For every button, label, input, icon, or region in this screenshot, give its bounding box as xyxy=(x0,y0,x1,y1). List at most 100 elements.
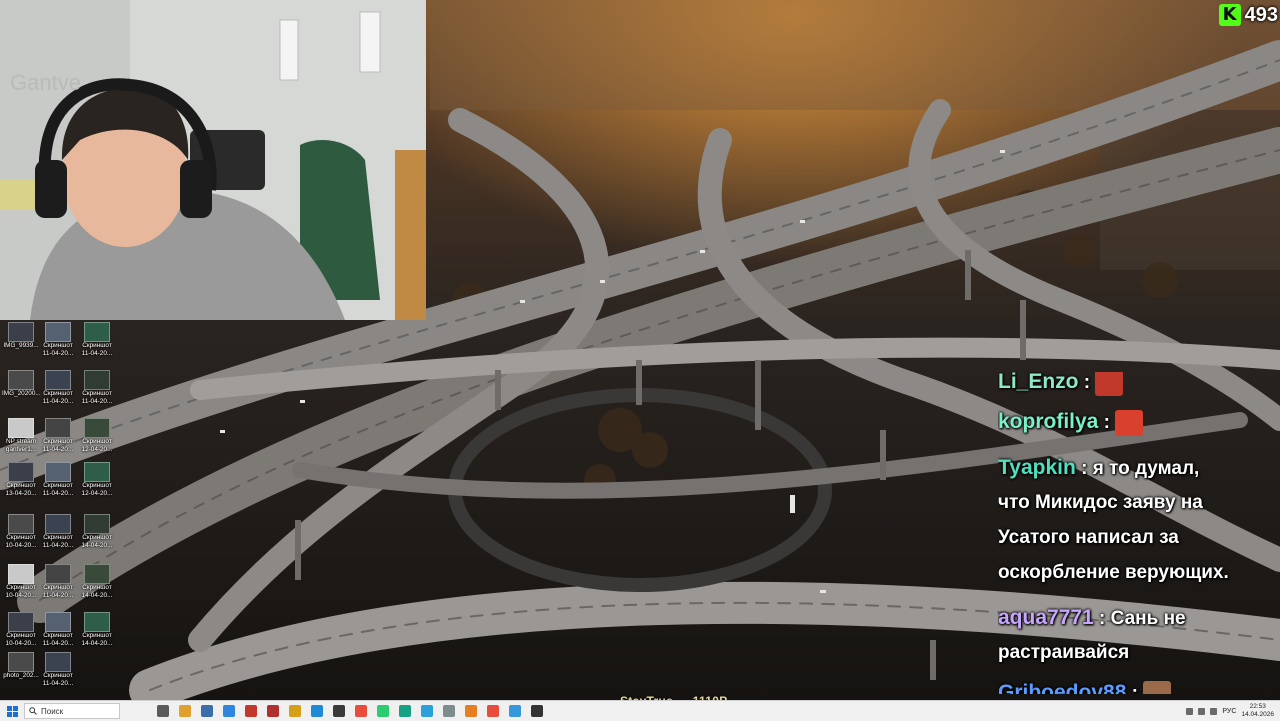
webcam-overlay: Gantve xyxy=(0,0,426,320)
emote-face-icon xyxy=(1143,680,1172,694)
chat-message: что Микидос заяву на xyxy=(998,485,1280,520)
chat-separator: : xyxy=(1078,372,1096,393)
volume-icon[interactable] xyxy=(1210,707,1218,715)
file-thumbnail-icon xyxy=(84,322,110,342)
desktop-icon-label: 10-04-20... xyxy=(5,592,37,599)
taskbar-app-button[interactable] xyxy=(240,701,262,721)
chat-overlay: Li_Enzo : koprofilya : Tyapkin : я то ду… xyxy=(998,372,1280,694)
chat-message: Tyapkin : я то думал, xyxy=(998,450,1280,486)
taskbar-app-button[interactable] xyxy=(306,701,328,721)
system-tray: РУС 22:53 14.04.2026 xyxy=(1186,701,1280,721)
edge-icon xyxy=(311,705,323,717)
game-icon xyxy=(179,705,191,717)
task-view-icon xyxy=(157,705,169,717)
desktop-icon[interactable]: Скриншот 14-04-20... xyxy=(78,514,116,562)
file-thumbnail-icon xyxy=(45,322,71,342)
taskbar-app-button[interactable] xyxy=(174,701,196,721)
desktop-icon[interactable]: Скриншот 11-04-20... xyxy=(39,418,77,466)
desktop-icon[interactable]: NP stream gantver1... xyxy=(2,418,40,466)
app-green-icon xyxy=(377,705,389,717)
desktop-icon[interactable]: Скриншот 12-04-20... xyxy=(78,462,116,510)
file-thumbnail-icon xyxy=(8,370,34,390)
desktop-icon[interactable]: Скриншот 11-04-20... xyxy=(39,514,77,562)
desktop-icon[interactable]: Скриншот 12-04-20... xyxy=(78,418,116,466)
network-icon[interactable] xyxy=(1198,707,1206,715)
taskbar-app-button[interactable] xyxy=(482,701,504,721)
desktop-icon[interactable]: photo_202... xyxy=(2,652,40,700)
desktop-icon[interactable]: IMG_9939... xyxy=(2,322,40,370)
tray-up-icon[interactable] xyxy=(1186,707,1194,715)
taskbar-app-button[interactable] xyxy=(416,701,438,721)
chat-message: Griboedov88 : xyxy=(998,675,1280,694)
desktop-icon[interactable]: Скриншот 10-04-20... xyxy=(2,564,40,612)
chat-message: оскорбление верующих. xyxy=(998,555,1280,590)
taskbar-app-button[interactable] xyxy=(196,701,218,721)
desktop-icon[interactable]: Скриншот 11-04-20... xyxy=(78,370,116,418)
desktop-icon-label: Скриншот xyxy=(43,632,73,639)
file-thumbnail-icon xyxy=(84,612,110,632)
chat-username: Tyapkin xyxy=(998,456,1076,479)
desktop-icon-label: 12-04-20... xyxy=(81,446,113,453)
search-placeholder: Поиск xyxy=(41,706,64,716)
chat-text: Сань не xyxy=(1110,608,1186,629)
taskbar-app-button[interactable] xyxy=(394,701,416,721)
desktop-icon[interactable]: Скриншот 10-04-20... xyxy=(2,514,40,562)
taskbar-apps xyxy=(152,701,548,721)
desktop-icon-grid: IMG_9939... Скриншот 11-04-20... Скриншот 11… xyxy=(0,322,114,694)
taskbar-app-button[interactable] xyxy=(460,701,482,721)
chat-username: Griboedov88 xyxy=(998,681,1127,694)
file-thumbnail-icon xyxy=(8,418,34,438)
taskbar-app-button[interactable] xyxy=(504,701,526,721)
chat-text: Усатого написал за xyxy=(998,527,1179,548)
chat-text: растраивайся xyxy=(998,642,1130,663)
taskbar-app-button[interactable] xyxy=(262,701,284,721)
taskbar-app-button[interactable] xyxy=(152,701,174,721)
desktop-icon-label: Скриншот xyxy=(6,584,36,591)
app-64-icon xyxy=(267,705,279,717)
app-blue-icon xyxy=(509,705,521,717)
taskbar-app-button[interactable] xyxy=(350,701,372,721)
desktop-icon[interactable]: Скриншот 11-04-20... xyxy=(39,462,77,510)
desktop-icon-label: 14-04-20... xyxy=(81,592,113,599)
desktop-icon[interactable]: Скриншот 11-04-20... xyxy=(78,322,116,370)
chat-username: koprofilya xyxy=(998,410,1099,433)
file-thumbnail-icon xyxy=(84,514,110,534)
desktop-icon[interactable]: Скриншот 14-04-20... xyxy=(78,564,116,612)
language-indicator[interactable]: РУС xyxy=(1222,708,1236,715)
taskbar-app-button[interactable] xyxy=(284,701,306,721)
taskbar-search-input[interactable]: Поиск xyxy=(24,703,120,719)
clock-date: 14.04.2026 xyxy=(1241,711,1274,718)
file-thumbnail-icon xyxy=(45,418,71,438)
desktop-icon[interactable]: IMG_20200... xyxy=(2,370,40,418)
file-thumbnail-icon xyxy=(8,652,34,672)
telegram-icon xyxy=(421,705,433,717)
clock[interactable]: 22:53 14.04.2026 xyxy=(1241,703,1274,719)
chat-username: Li_Enzo xyxy=(998,372,1079,393)
app-teal-icon xyxy=(399,705,411,717)
settings-icon xyxy=(201,705,213,717)
desktop-icon[interactable]: Скриншот 11-04-20... xyxy=(39,564,77,612)
desktop-icon[interactable]: Скриншот 14-04-20... xyxy=(78,612,116,660)
taskbar-app-button[interactable] xyxy=(372,701,394,721)
desktop-icon-label: Скриншот xyxy=(43,438,73,445)
desktop-icon[interactable]: Скриншот 11-04-20... xyxy=(39,322,77,370)
chat-message: aqua7771 : Сань не xyxy=(998,600,1280,636)
chat-separator: : xyxy=(1075,458,1093,479)
emote-face-icon xyxy=(1095,372,1124,396)
taskbar-app-button[interactable] xyxy=(526,701,548,721)
file-thumbnail-icon xyxy=(45,564,71,584)
desktop-icon[interactable]: Скриншот 11-04-20... xyxy=(39,370,77,418)
search-icon xyxy=(29,707,37,715)
taskbar-app-button[interactable] xyxy=(218,701,240,721)
taskbar-app-button[interactable] xyxy=(328,701,350,721)
desktop-icon[interactable]: Скриншот 11-04-20... xyxy=(39,652,77,700)
desktop-icon[interactable]: Скриншот 13-04-20... xyxy=(2,462,40,510)
chat-text: что Микидос заяву на xyxy=(998,492,1203,513)
obs-icon xyxy=(531,705,543,717)
app-orange-icon xyxy=(465,705,477,717)
file-thumbnail-icon xyxy=(84,564,110,584)
taskbar-app-button[interactable] xyxy=(438,701,460,721)
file-thumbnail-icon xyxy=(45,652,71,672)
chat-message: koprofilya : xyxy=(998,404,1280,440)
start-button[interactable] xyxy=(0,701,24,721)
